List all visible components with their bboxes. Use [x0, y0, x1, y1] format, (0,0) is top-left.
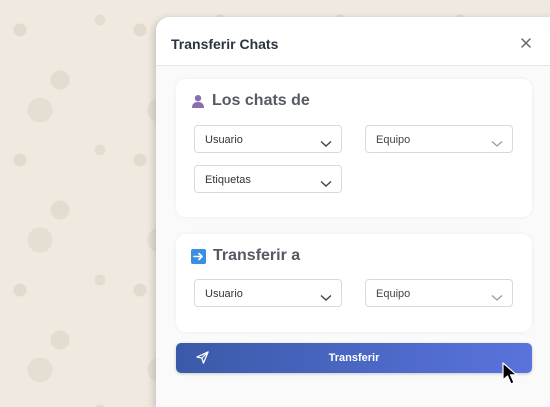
target-card-label: Transferir a — [213, 247, 301, 264]
target-team-select[interactable]: Equipo — [365, 279, 513, 307]
transfer-button[interactable]: Transferir — [176, 343, 532, 373]
person-icon — [191, 94, 205, 108]
source-team-select[interactable]: Equipo — [365, 125, 513, 153]
modal-header: Transferir Chats — [156, 17, 550, 66]
mouse-cursor-icon — [502, 362, 524, 391]
transfer-chats-modal: Transferir Chats Los chats de Usuario Eq… — [156, 17, 550, 407]
source-tags-select-value: Etiquetas — [205, 174, 251, 186]
source-team-select-value: Equipo — [376, 134, 411, 146]
source-chats-card: Los chats de Usuario Equipo Etiquetas — [176, 79, 532, 217]
target-transfer-card: Transferir a Usuario Equipo — [176, 234, 532, 332]
chevron-down-icon — [320, 175, 332, 193]
chevron-down-icon — [491, 135, 503, 153]
source-user-select-value: Usuario — [205, 134, 243, 146]
modal-title: Transferir Chats — [171, 36, 279, 52]
source-card-title: Los chats de — [191, 92, 310, 110]
source-user-select[interactable]: Usuario — [194, 125, 342, 153]
target-user-select[interactable]: Usuario — [194, 279, 342, 307]
target-card-title: Transferir a — [191, 247, 300, 265]
transfer-button-label: Transferir — [328, 352, 380, 364]
close-icon[interactable] — [516, 33, 536, 53]
source-tags-select[interactable]: Etiquetas — [194, 165, 342, 193]
chevron-down-icon — [320, 135, 332, 153]
chevron-down-icon — [491, 289, 503, 307]
target-team-select-value: Equipo — [376, 288, 411, 300]
arrow-right-icon — [191, 248, 206, 264]
source-card-label: Los chats de — [212, 92, 310, 109]
chevron-down-icon — [320, 289, 332, 307]
target-user-select-value: Usuario — [205, 288, 243, 300]
